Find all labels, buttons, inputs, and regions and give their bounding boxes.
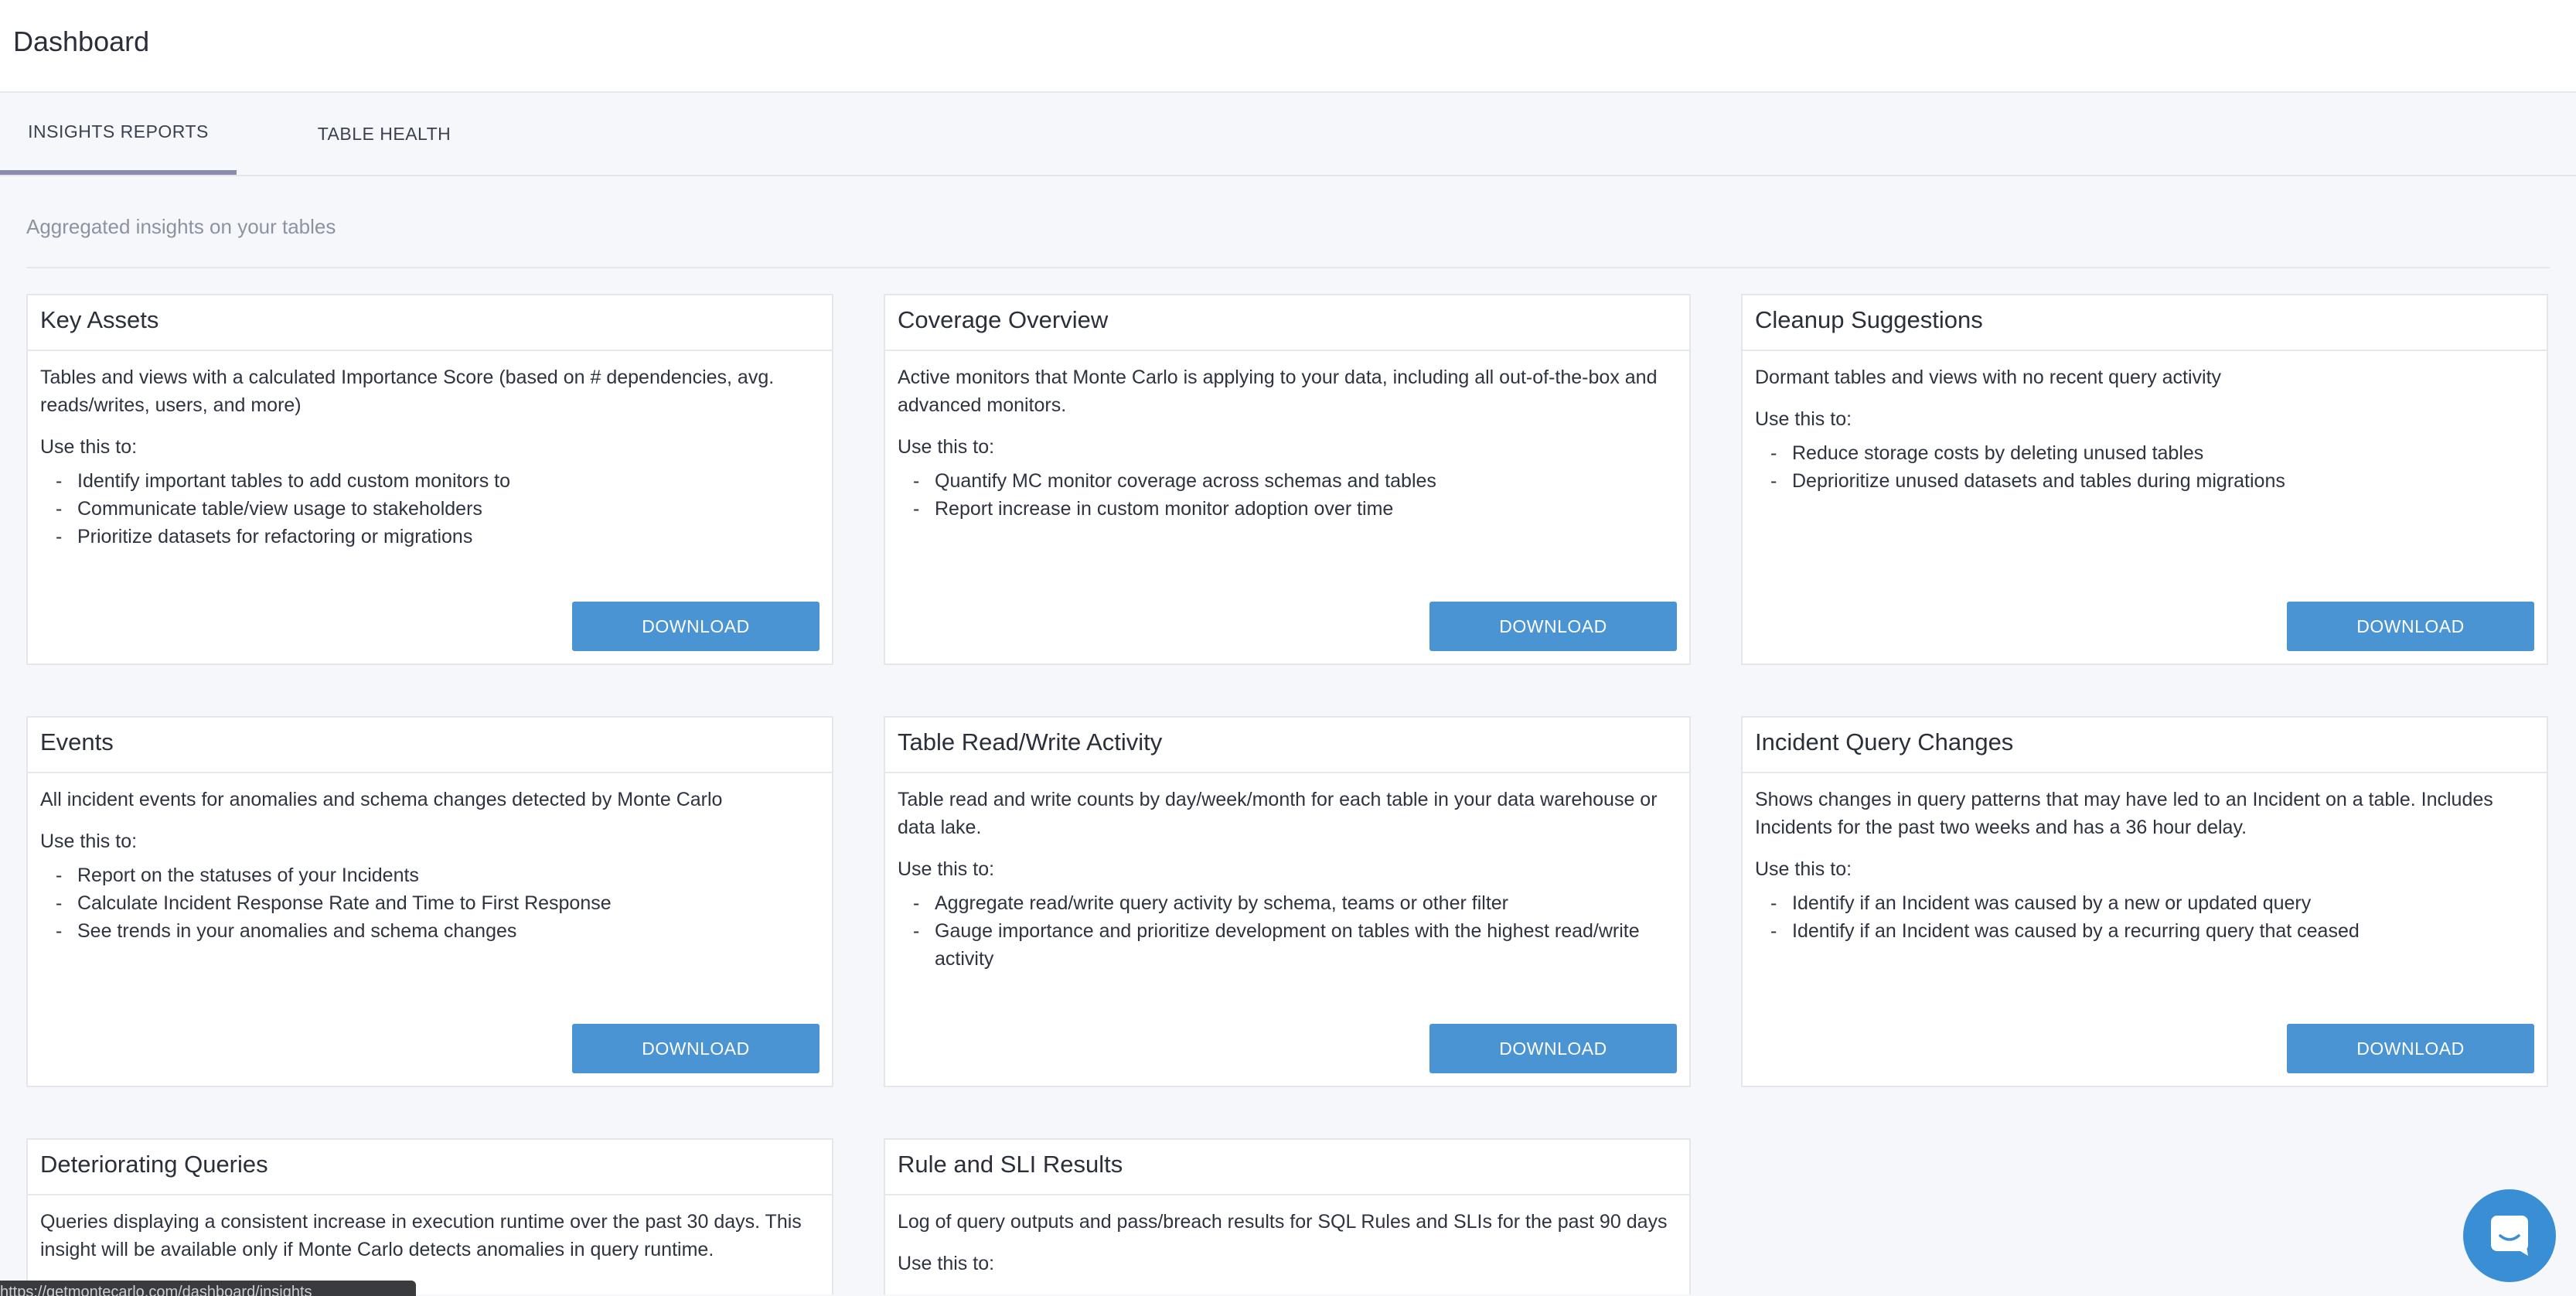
chat-icon [2486,1211,2533,1261]
list-item: Report on the statuses of your Incidents [56,861,818,889]
use-this-label: Use this to: [40,830,138,852]
list-item: Calculate Incident Response Rate and Tim… [56,889,818,917]
card-body: Queries displaying a consistent increase… [28,1195,832,1264]
card-title: Events [40,728,114,755]
card-title: Rule and SLI Results [898,1151,1123,1178]
card-description: All incident events for anomalies and sc… [40,789,723,810]
use-this-label: Use this to: [1755,858,1852,880]
card-rule-and-sli-results: Rule and SLI Results Log of query output… [884,1138,1691,1294]
card-title: Table Read/Write Activity [898,728,1163,755]
card-description: Shows changes in query patterns that may… [1755,789,2493,838]
top-header: Dashboard [0,0,2576,93]
card-header: Deteriorating Queries [28,1140,832,1195]
tab-insights-reports[interactable]: INSIGHTS REPORTS [0,93,237,175]
download-button[interactable]: DOWNLOAD [1429,602,1677,651]
card-body: Log of query outputs and pass/breach res… [885,1195,1689,1277]
download-button[interactable]: DOWNLOAD [2287,1024,2534,1073]
status-bar-url: https://getmontecarlo.com/dashboard/insi… [0,1281,416,1296]
card-body: Active monitors that Monte Carlo is appl… [885,351,1689,523]
use-this-label: Use this to: [1755,408,1852,430]
use-this-label: Use this to: [898,436,995,458]
list-item: Identify if an Incident was caused by a … [1770,917,2533,945]
card-header: Key Assets [28,295,832,351]
card-body: Dormant tables and views with no recent … [1743,351,2547,495]
card-title: Key Assets [40,306,159,333]
chat-launcher-button[interactable] [2463,1189,2556,1282]
card-body: Shows changes in query patterns that may… [1743,773,2547,945]
section-subtitle: Aggregated insights on your tables [26,215,336,238]
list-item: See trends in your anomalies and schema … [56,917,818,945]
use-this-label: Use this to: [898,858,995,880]
card-cleanup-suggestions: Cleanup Suggestions Dormant tables and v… [1741,294,2548,665]
use-case-list: Quantify MC monitor coverage across sche… [898,467,1675,523]
card-events: Events All incident events for anomalies… [26,716,833,1087]
card-header: Incident Query Changes [1743,718,2547,773]
card-header: Table Read/Write Activity [885,718,1689,773]
card-description: Dormant tables and views with no recent … [1755,367,2222,388]
card-header: Events [28,718,832,773]
card-header: Rule and SLI Results [885,1140,1689,1195]
use-case-list: Report on the statuses of your Incidents… [40,861,818,945]
card-description: Table read and write counts by day/week/… [898,789,1658,838]
list-item: Communicate table/view usage to stakehol… [56,495,818,523]
card-incident-query-changes: Incident Query Changes Shows changes in … [1741,716,2548,1087]
card-coverage-overview: Coverage Overview Active monitors that M… [884,294,1691,665]
card-title: Incident Query Changes [1755,728,2014,755]
card-description: Active monitors that Monte Carlo is appl… [898,367,1658,416]
card-body: Table read and write counts by day/week/… [885,773,1689,973]
list-item: Deprioritize unused datasets and tables … [1770,467,2533,495]
card-description: Tables and views with a calculated Impor… [40,367,775,416]
card-body: Tables and views with a calculated Impor… [28,351,832,551]
card-key-assets: Key Assets Tables and views with a calcu… [26,294,833,665]
list-item: Quantify MC monitor coverage across sche… [913,467,1675,495]
card-body: All incident events for anomalies and sc… [28,773,832,945]
download-button[interactable]: DOWNLOAD [2287,602,2534,651]
card-description: Queries displaying a consistent increase… [40,1211,802,1260]
list-item: Aggregate read/write query activity by s… [913,889,1675,917]
list-item: Report increase in custom monitor adopti… [913,495,1675,523]
use-this-label: Use this to: [40,436,138,458]
download-button[interactable]: DOWNLOAD [572,602,819,651]
tab-bar: INSIGHTS REPORTS TABLE HEALTH [0,93,2576,176]
list-item: Identify if an Incident was caused by a … [1770,889,2533,917]
card-header: Cleanup Suggestions [1743,295,2547,351]
use-case-list: Aggregate read/write query activity by s… [898,889,1675,973]
tab-table-health[interactable]: TABLE HEALTH [311,93,458,175]
use-case-list: Reduce storage costs by deleting unused … [1755,439,2533,495]
list-item: Reduce storage costs by deleting unused … [1770,439,2533,467]
card-title: Deteriorating Queries [40,1151,268,1178]
use-case-list: Identify if an Incident was caused by a … [1755,889,2533,945]
download-button[interactable]: DOWNLOAD [1429,1024,1677,1073]
section-divider [26,267,2550,268]
card-description: Log of query outputs and pass/breach res… [898,1211,1668,1233]
list-item: Gauge importance and prioritize developm… [913,917,1675,973]
list-item: Prioritize datasets for refactoring or m… [56,523,818,551]
card-title: Coverage Overview [898,306,1109,333]
use-this-label: Use this to: [898,1253,995,1274]
card-title: Cleanup Suggestions [1755,306,1983,333]
page-title: Dashboard [13,26,150,57]
card-deteriorating-queries: Deteriorating Queries Queries displaying… [26,1138,833,1294]
card-table-read-write-activity: Table Read/Write Activity Table read and… [884,716,1691,1087]
use-case-list: Identify important tables to add custom … [40,467,818,551]
card-header: Coverage Overview [885,295,1689,351]
list-item: Identify important tables to add custom … [56,467,818,495]
download-button[interactable]: DOWNLOAD [572,1024,819,1073]
